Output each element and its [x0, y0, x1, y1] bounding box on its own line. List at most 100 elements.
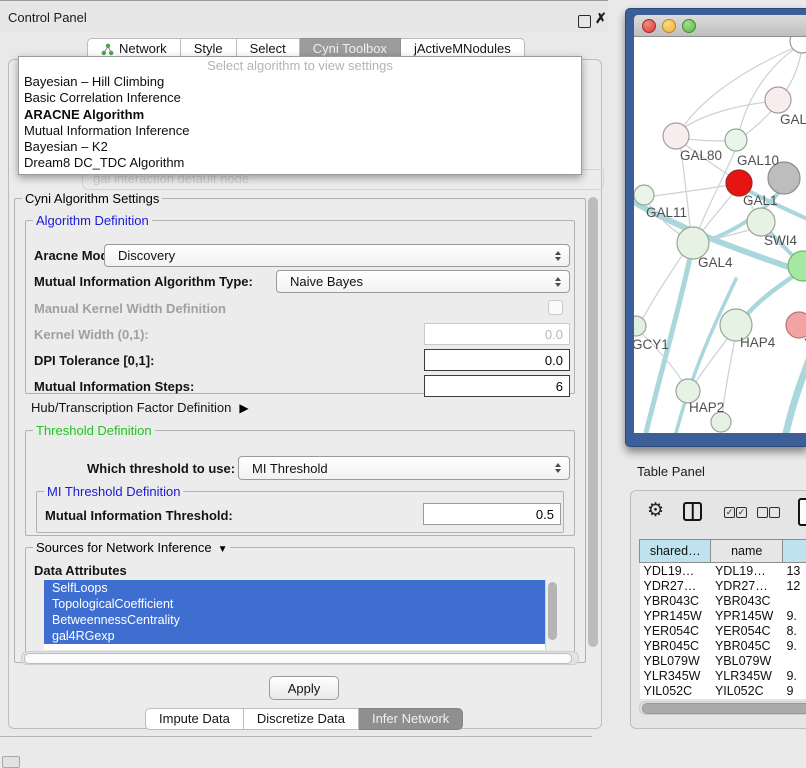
checked-box-icon[interactable]: ✓ [724, 507, 735, 518]
node-label: GAL10 [737, 153, 779, 168]
network-node-gal1[interactable] [747, 208, 775, 236]
data-attributes-label: Data Attributes [34, 563, 127, 578]
network-window-titlebar [634, 15, 806, 37]
control-panel-titlebar: Control Panel ✗ [0, 2, 608, 32]
hub-definition-toggle[interactable]: Hub/Transcription Factor Definition▶ [31, 399, 249, 417]
float-icon[interactable] [578, 15, 591, 28]
network-icon [101, 43, 114, 56]
algorithm-option[interactable]: Basic Correlation Inference [19, 90, 581, 106]
algorithm-option[interactable]: Mutual Information Inference [19, 123, 581, 139]
mi-threshold-definition-group: MI Threshold Definition Mutual Informati… [36, 491, 564, 533]
tab-infer-network[interactable]: Infer Network [359, 708, 463, 730]
close-traffic-light[interactable] [642, 19, 656, 33]
unchecked-box-icon[interactable] [769, 507, 780, 518]
combo-spinner-icon [555, 251, 561, 261]
close-icon[interactable]: ✗ [595, 10, 607, 27]
node-label: GAL [780, 112, 806, 127]
aracne-mode-combo[interactable]: Discovery [104, 244, 570, 267]
network-node[interactable] [711, 412, 731, 432]
dpi-tolerance-label: DPI Tolerance [0,1]: [34, 353, 154, 368]
algorithm-dropdown-list: Select algorithm to view settings Bayesi… [18, 56, 582, 175]
sources-group-title: Sources for Network Inference▼ [33, 540, 230, 555]
bottom-tabs: Impute Data Discretize Data Infer Networ… [145, 708, 463, 730]
node-label: GAL1 [743, 193, 778, 208]
mi-threshold-definition-title: MI Threshold Definition [44, 484, 183, 499]
network-node-gal80[interactable] [663, 123, 689, 149]
mi-threshold-label: Mutual Information Threshold: [45, 508, 233, 523]
list-item[interactable]: TopologicalCoefficient [44, 596, 558, 612]
settings-group-title: Cyni Algorithm Settings [22, 191, 162, 206]
network-graph: GAL GAL80 GAL10 GAL11 GAL1 SWI4 GAL4 GCY… [634, 37, 806, 433]
table-panel-title: Table Panel [637, 464, 705, 479]
node-label: GAL11 [646, 205, 687, 220]
tab-impute-data[interactable]: Impute Data [145, 708, 244, 730]
table-row[interactable]: YBR045CYBR045C9. [640, 638, 806, 653]
split-columns-icon[interactable] [683, 502, 702, 521]
list-item[interactable]: BetweennessCentrality [44, 612, 558, 628]
control-panel-title: Control Panel [8, 10, 87, 25]
list-item[interactable]: SelfLoops [44, 580, 558, 596]
manual-kernel-checkbox[interactable] [548, 300, 563, 315]
control-panel: Control Panel ✗ Network Style Select Cyn… [0, 0, 608, 734]
table-row[interactable]: YBR043CYBR043C [640, 593, 806, 608]
network-node-salmon[interactable] [786, 312, 806, 338]
algorithm-option[interactable]: Dream8 DC_TDC Algorithm [19, 155, 581, 171]
algorithm-option-selected[interactable]: ARACNE Algorithm [19, 107, 581, 123]
table-row[interactable]: YPR145WYPR145W9. [640, 608, 806, 623]
table-row[interactable]: YBL079WYBL079W [640, 654, 806, 669]
minimize-traffic-light[interactable] [662, 19, 676, 33]
network-node-gcy1[interactable] [634, 316, 646, 336]
table-row[interactable]: YDL19…YDL19…13 [640, 563, 806, 579]
cyni-algorithm-settings-group: Cyni Algorithm Settings Algorithm Defini… [14, 198, 586, 663]
table-row[interactable]: YLR345WYLR345W9. [640, 669, 806, 684]
tab-discretize-data[interactable]: Discretize Data [244, 708, 359, 730]
table-row[interactable]: YDR27…YDR27…12 [640, 578, 806, 593]
table-panel: ⚙ ✓ ✓ shared… name YDL19…YDL19…13 YDR27…… [630, 490, 806, 729]
which-threshold-combo[interactable]: MI Threshold [238, 456, 570, 480]
manual-kernel-label: Manual Kernel Width Definition [34, 301, 226, 316]
network-node-gal11[interactable] [634, 185, 654, 205]
which-threshold-label: Which threshold to use: [87, 461, 235, 476]
collapsed-arrow-icon: ▶ [239, 401, 248, 415]
node-table[interactable]: shared… name YDL19…YDL19…13 YDR27…YDR27…… [639, 539, 806, 699]
checked-box-icon[interactable]: ✓ [736, 507, 747, 518]
gear-icon[interactable]: ⚙ [647, 499, 664, 522]
mi-algorithm-type-combo[interactable]: Naive Bayes [276, 270, 570, 293]
algorithm-option[interactable]: Bayesian – K2 [19, 139, 581, 155]
network-canvas[interactable]: GAL GAL80 GAL10 GAL11 GAL1 SWI4 GAL4 GCY… [634, 37, 806, 433]
mi-steps-field[interactable]: 6 [424, 375, 570, 397]
column-header-name[interactable]: name [711, 540, 782, 563]
data-attributes-list[interactable]: SelfLoops TopologicalCoefficient Between… [44, 580, 558, 650]
kernel-width-label: Kernel Width (0,1): [34, 327, 149, 342]
list-item[interactable]: gal4RGexp [44, 628, 558, 644]
threshold-definition-group: Threshold Definition Which threshold to … [25, 430, 575, 536]
threshold-definition-title: Threshold Definition [33, 423, 155, 438]
network-view-window: GAL GAL80 GAL10 GAL11 GAL1 SWI4 GAL4 GCY… [625, 8, 806, 447]
list-scrollbar[interactable] [545, 580, 558, 650]
column-header-partial[interactable] [782, 540, 806, 563]
table-row[interactable]: YER054CYER054C8. [640, 623, 806, 638]
kernel-width-field[interactable]: 0.0 [424, 323, 570, 345]
settings-vscrollbar[interactable] [586, 193, 599, 661]
settings-hscrollbar[interactable] [21, 651, 579, 665]
mi-threshold-field[interactable]: 0.5 [423, 503, 561, 525]
algorithm-option[interactable]: Bayesian – Hill Climbing [19, 74, 581, 90]
column-header-shared-name[interactable]: shared… [640, 540, 711, 563]
document-icon[interactable] [798, 498, 806, 526]
algorithm-definition-group: Algorithm Definition Aracne Mode: Discov… [25, 220, 575, 394]
minimized-panel-button[interactable] [2, 756, 20, 768]
table-hscrollbar[interactable] [639, 701, 806, 715]
sources-group: Sources for Network Inference▼ Data Attr… [25, 547, 575, 655]
combo-spinner-icon [555, 277, 561, 287]
bottom-divider [0, 736, 592, 737]
dpi-tolerance-field[interactable]: 0.0 [424, 349, 570, 371]
apply-button[interactable]: Apply [269, 676, 339, 700]
mi-type-label: Mutual Information Algorithm Type: [34, 274, 253, 289]
zoom-traffic-light[interactable] [682, 19, 696, 33]
expanded-arrow-icon[interactable]: ▼ [218, 544, 228, 555]
network-node-gal10[interactable] [725, 129, 747, 151]
table-row[interactable]: YIL052CYIL052C9 [640, 684, 806, 699]
unchecked-box-icon[interactable] [757, 507, 768, 518]
network-node[interactable] [765, 87, 791, 113]
algorithm-dropdown-placeholder: Select algorithm to view settings [19, 57, 581, 74]
